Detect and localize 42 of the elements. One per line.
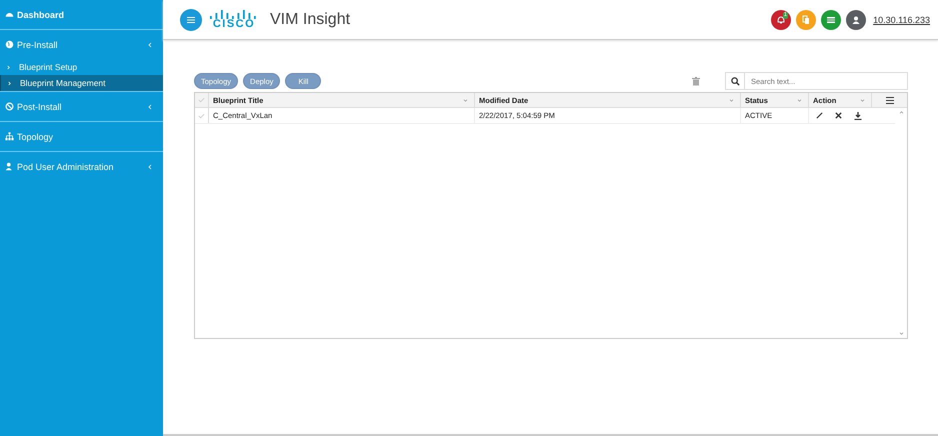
search-icon <box>730 76 740 86</box>
trash-icon[interactable] <box>692 76 700 86</box>
menu-icon <box>187 16 195 22</box>
chevron-icon <box>148 42 152 48</box>
user-icon <box>5 162 14 171</box>
cisco-logo: CISCO <box>209 9 259 30</box>
edit-icon[interactable] <box>816 112 823 119</box>
close-icon[interactable] <box>835 112 842 119</box>
app-title: VIM Insight <box>270 10 350 28</box>
scroll-down-icon[interactable] <box>899 332 904 335</box>
caret-icon[interactable] <box>797 98 802 102</box>
chevron-right-icon <box>7 65 10 70</box>
caret-icon[interactable] <box>463 98 468 102</box>
sidebar-subitem[interactable]: Blueprint Setup <box>0 59 163 75</box>
sidebar-item[interactable]: Dashboard <box>0 0 163 29</box>
documents-button[interactable] <box>796 10 816 30</box>
caret-icon[interactable] <box>729 98 734 102</box>
search-button[interactable] <box>725 72 745 90</box>
scroll-up-icon[interactable] <box>899 111 904 114</box>
menu-button[interactable] <box>180 8 202 30</box>
sidebar-item[interactable]: Topology <box>0 122 163 151</box>
documents-icon <box>801 14 812 24</box>
check-icon[interactable] <box>198 97 205 103</box>
list-button[interactable] <box>821 10 842 30</box>
ban-icon <box>5 102 14 111</box>
chevron-right-icon <box>8 81 11 86</box>
sidebar-item[interactable]: Pre-Install <box>0 30 163 59</box>
menu-icon[interactable] <box>886 96 894 104</box>
row-checkbox[interactable] <box>198 112 205 118</box>
hierarchy-icon <box>5 132 14 141</box>
sidebar-subitem[interactable]: Blueprint Management <box>0 75 163 91</box>
user-button[interactable] <box>846 10 866 30</box>
caret-icon[interactable] <box>860 98 865 102</box>
bell-icon <box>776 14 786 24</box>
user-icon <box>851 14 862 24</box>
list-icon <box>826 14 836 24</box>
sidebar-item[interactable]: Pod User Administration <box>0 152 163 181</box>
chevron-icon <box>148 104 152 110</box>
address-link[interactable]: 10.30.116.233 <box>873 14 930 24</box>
chevron-icon <box>148 164 152 170</box>
sidebar-item[interactable]: Post-Install <box>0 92 163 121</box>
download-icon[interactable] <box>854 112 862 120</box>
